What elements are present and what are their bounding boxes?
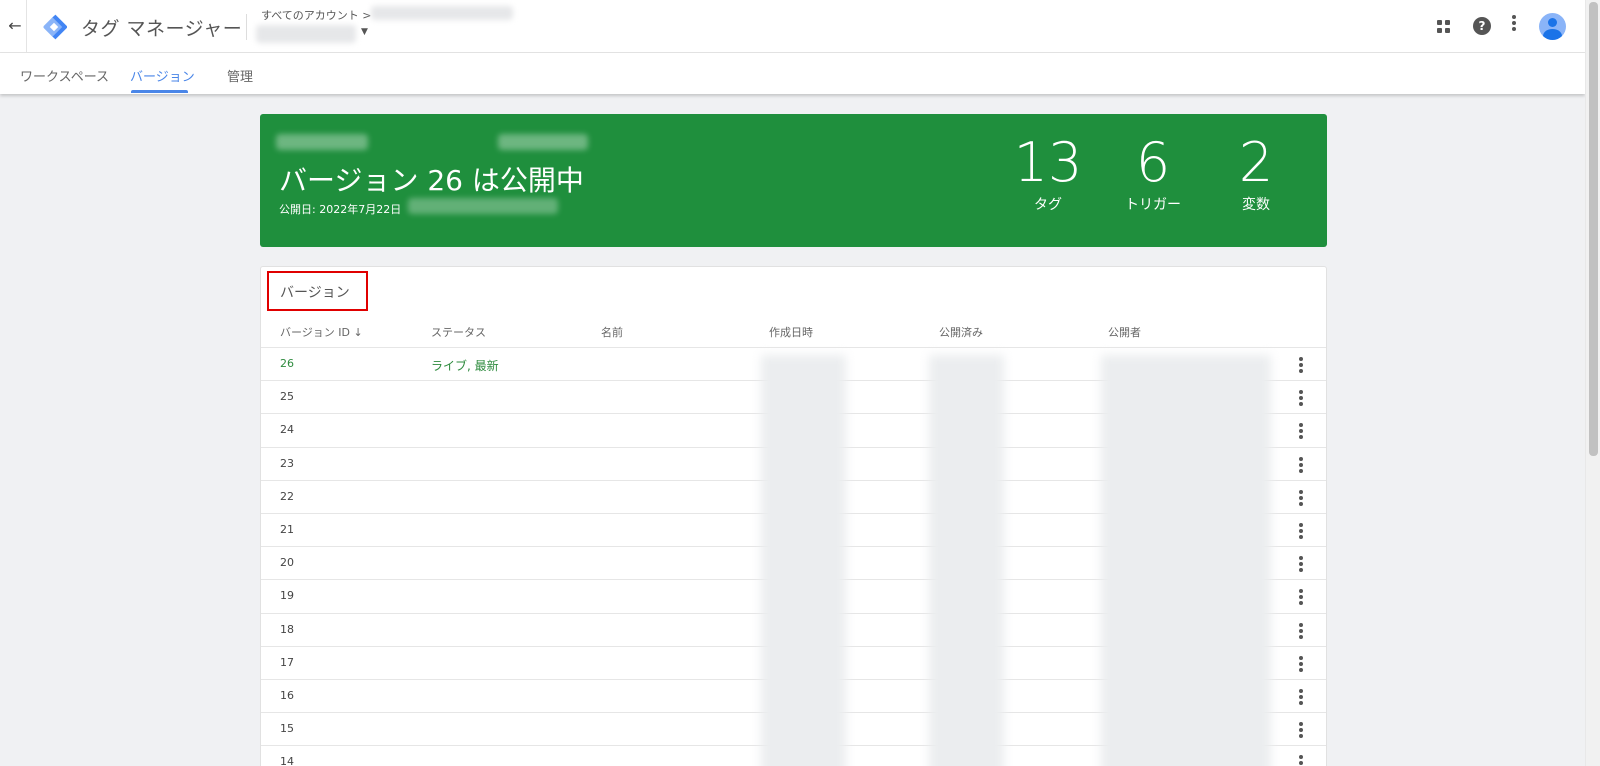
tab-bar: ワークスペース バージョン 管理 xyxy=(0,53,1585,94)
version-id[interactable]: 24 xyxy=(280,423,294,436)
row-more-vert-icon[interactable] xyxy=(1298,689,1304,705)
tab-workspace[interactable]: ワークスペース xyxy=(20,66,109,85)
row-more-vert-icon[interactable] xyxy=(1298,489,1304,506)
top-app-bar: ← タグ マネージャー すべてのアカウント > ▼ ? xyxy=(0,0,1585,53)
divider xyxy=(246,14,247,40)
version-id[interactable]: 19 xyxy=(280,589,294,602)
redacted-text xyxy=(408,198,558,214)
stat-variables-value: 2 xyxy=(1238,131,1274,194)
stat-variables[interactable]: 2 変数 xyxy=(1211,134,1301,214)
stat-triggers[interactable]: 6 トリガー xyxy=(1108,134,1198,214)
active-tab-indicator xyxy=(131,90,188,93)
breadcrumb-all-accounts[interactable]: すべてのアカウント > xyxy=(261,7,372,23)
row-more-vert-icon[interactable] xyxy=(1298,456,1304,473)
row-more-vert-icon[interactable] xyxy=(1298,655,1304,672)
help-icon[interactable]: ? xyxy=(1473,17,1491,35)
version-id[interactable]: 14 xyxy=(280,755,294,766)
stat-tags[interactable]: 13 タグ xyxy=(1003,134,1093,214)
version-id[interactable]: 18 xyxy=(280,623,294,636)
apps-grid-icon[interactable] xyxy=(1437,20,1451,34)
versions-card-title: バージョン xyxy=(280,285,350,301)
stat-variables-label: 変数 xyxy=(1242,197,1270,213)
stat-triggers-label: トリガー xyxy=(1125,197,1181,213)
version-id[interactable]: 20 xyxy=(280,556,294,569)
column-header-name[interactable]: 名前 xyxy=(601,324,623,340)
stat-tags-label: タグ xyxy=(1034,197,1062,213)
tab-versions[interactable]: バージョン xyxy=(130,66,195,85)
scrollbar-thumb[interactable] xyxy=(1589,2,1598,456)
divider xyxy=(26,0,27,52)
row-more-vert-icon[interactable] xyxy=(1298,423,1304,440)
avatar-head xyxy=(1548,18,1557,27)
row-more-vert-icon[interactable] xyxy=(1298,589,1304,606)
row-more-vert-icon[interactable] xyxy=(1298,722,1304,739)
version-id[interactable]: 26 xyxy=(280,357,294,370)
row-more-vert-icon[interactable] xyxy=(1298,622,1304,639)
version-id[interactable]: 25 xyxy=(280,390,294,403)
row-more-vert-icon[interactable] xyxy=(1298,556,1304,573)
row-more-vert-icon[interactable] xyxy=(1298,755,1304,766)
published-date: 公開日: 2022年7月22日 xyxy=(279,203,402,216)
column-header-status[interactable]: ステータス xyxy=(431,324,486,340)
account-avatar[interactable] xyxy=(1539,13,1566,40)
column-header-published[interactable]: 公開済み xyxy=(939,324,983,340)
redacted-text xyxy=(276,134,368,150)
version-id[interactable]: 15 xyxy=(280,722,294,735)
row-more-vert-icon[interactable] xyxy=(1298,357,1304,373)
stat-triggers-value: 6 xyxy=(1135,131,1171,194)
version-id[interactable]: 17 xyxy=(280,656,294,669)
redacted-published-column xyxy=(929,355,1004,766)
container-dropdown-caret-icon[interactable]: ▼ xyxy=(361,27,368,37)
redacted-text xyxy=(498,134,588,150)
column-header-version-id[interactable]: バージョン ID ↓ xyxy=(280,324,363,340)
version-id[interactable]: 22 xyxy=(280,490,294,503)
stat-tags-value: 13 xyxy=(1013,131,1083,194)
version-id[interactable]: 23 xyxy=(280,457,294,470)
version-id[interactable]: 21 xyxy=(280,523,294,536)
back-arrow-icon[interactable]: ← xyxy=(4,14,26,38)
column-header-created[interactable]: 作成日時 xyxy=(769,324,813,340)
row-more-vert-icon[interactable] xyxy=(1298,523,1304,539)
column-header-publisher[interactable]: 公開者 xyxy=(1108,324,1141,340)
redacted-created-column xyxy=(761,355,846,766)
version-status: ライブ, 最新 xyxy=(431,359,499,373)
tab-admin[interactable]: 管理 xyxy=(227,66,253,85)
tag-manager-logo[interactable] xyxy=(41,14,67,40)
container-name-redacted[interactable] xyxy=(256,25,356,43)
more-vert-icon[interactable] xyxy=(1511,15,1517,37)
avatar-body xyxy=(1543,29,1562,40)
row-more-vert-icon[interactable] xyxy=(1298,390,1304,407)
live-version-summary-card: バージョン 26 は公開中 公開日: 2022年7月22日 13 タグ 6 トリ… xyxy=(260,114,1327,247)
app-title: タグ マネージャー xyxy=(81,18,243,40)
account-name-redacted xyxy=(371,6,513,20)
versions-table-card: バージョン バージョン ID ↓ ステータス 名前 作成日時 公開済み 公開者 … xyxy=(260,266,1327,766)
live-version-title: バージョン 26 は公開中 xyxy=(279,164,584,197)
version-id[interactable]: 16 xyxy=(280,689,294,702)
redacted-publisher-column xyxy=(1101,355,1271,766)
page-scrollbar[interactable] xyxy=(1585,0,1600,766)
